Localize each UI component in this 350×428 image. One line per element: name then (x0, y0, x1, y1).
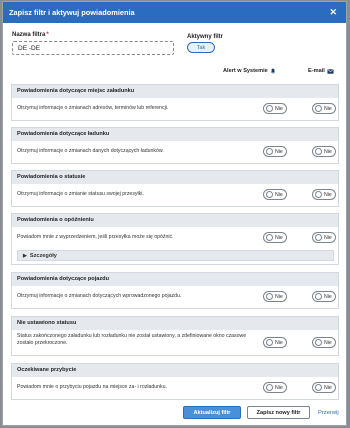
email-toggle[interactable]: Nie (312, 189, 336, 200)
toggle-label: Nie (324, 148, 332, 155)
toggle-label: Nie (275, 384, 283, 391)
section-title: Powiadomienia o statusie (12, 171, 338, 184)
toggle-label: Nie (275, 339, 283, 346)
toggle-knob (315, 148, 322, 155)
system-alert-label: Alert w Systemie (223, 68, 268, 74)
toggle-knob (315, 339, 322, 346)
toggle-knob (315, 293, 322, 300)
toggle-knob (315, 105, 322, 112)
section-vehicle: Powiadomienia dotyczące pojazdu Otrzymuj… (11, 272, 339, 309)
section-title: Powiadomienia dotyczące miejsc załadunku (12, 85, 338, 98)
toggle-label: Nie (275, 105, 283, 112)
toggle-label: Nie (324, 105, 332, 112)
caret-right-icon: ▶ (23, 252, 27, 259)
toggle-label: Nie (324, 339, 332, 346)
system-alert-toggle[interactable]: Nie (263, 337, 287, 348)
bell-icon (270, 68, 275, 74)
details-expander[interactable]: ▶ Szczegóły (17, 250, 334, 261)
save-filter-modal: Zapisz filtr i aktywuj powiadomienia ✕ N… (2, 1, 347, 426)
section-description: Status zakończonego załadunku lub rozład… (17, 333, 247, 346)
section-description: Otrzymuj informacje o zmianie statusu sw… (17, 191, 144, 197)
system-alert-toggle[interactable]: Nie (263, 382, 287, 393)
active-filter-label: Aktywny filtr (187, 34, 224, 40)
system-alert-toggle[interactable]: Nie (263, 146, 287, 157)
toggle-knob (266, 234, 273, 241)
system-alert-column: Alert w Systemie (223, 68, 276, 74)
section-description: Otrzymuj informacje o zmianach danych do… (17, 148, 164, 154)
section-cargo: Powiadomienia dotyczące ładunku Otrzymuj… (11, 127, 339, 164)
channel-column-headers: Alert w Systemie E-mail (3, 63, 346, 80)
modal-title: Zapisz filtr i aktywuj powiadomienia (9, 8, 135, 17)
section-description: Otrzymuj informacje o zmianach adresów, … (17, 105, 169, 111)
section-row: Status zakończonego załadunku lub rozład… (12, 330, 338, 356)
section-expected-arrival: Oczekiwane przybycie Powiadom mnie o prz… (11, 363, 339, 400)
section-title: Nie ustawiono statusu (12, 317, 338, 330)
filter-name-label-text: Nazwa filtra (12, 32, 46, 38)
save-new-filter-button[interactable]: Zapisz nowy filtr (247, 406, 310, 419)
section-status: Powiadomienia o statusie Otrzymuj inform… (11, 170, 339, 207)
toggle-label: Nie (275, 191, 283, 198)
email-toggle[interactable]: Nie (312, 382, 336, 393)
section-status-not-set: Nie ustawiono statusu Status zakończoneg… (11, 316, 339, 356)
toggle-knob (315, 191, 322, 198)
toggle-knob (266, 148, 273, 155)
section-row: Otrzymuj informacje o zmianach dotyczący… (12, 286, 338, 308)
envelope-icon (327, 68, 334, 74)
section-description: Otrzymuj informacje o zmianach dotyczący… (17, 293, 182, 299)
toggle-knob (266, 293, 273, 300)
update-filter-button[interactable]: Aktualizuj filtr (183, 406, 241, 419)
toggle-label: Nie (324, 234, 332, 241)
toggle-label: Nie (275, 293, 283, 300)
toggle-knob (266, 384, 273, 391)
section-row: Otrzymuj informacje o zmianach adresów, … (12, 98, 338, 120)
email-toggle[interactable]: Nie (312, 291, 336, 302)
section-delay: Powiadomienia o opóźnieniu Powiadom mnie… (11, 213, 339, 265)
email-toggle[interactable]: Nie (312, 232, 336, 243)
section-row: Otrzymuj informacje o zmianie statusu sw… (12, 184, 338, 206)
section-row: Powiadom mnie z wyprzedzeniem, jeśli prz… (12, 227, 338, 261)
toggle-label: Nie (324, 191, 332, 198)
system-alert-toggle[interactable]: Nie (263, 103, 287, 114)
cancel-link[interactable]: Przerwij (318, 410, 339, 416)
section-description: Powiadom mnie o przybyciu pojazdu na mie… (17, 384, 167, 390)
active-filter-toggle[interactable]: Tak (187, 42, 215, 53)
filter-form: Nazwa filtra* Aktywny filtr Tak (3, 23, 346, 63)
toggle-knob (266, 191, 273, 198)
required-mark: * (46, 32, 49, 38)
toggle-label: Nie (324, 384, 332, 391)
toggle-label: Nie (324, 293, 332, 300)
filter-name-label: Nazwa filtra* (12, 32, 49, 38)
email-label: E-mail (308, 68, 325, 74)
email-column: E-mail (308, 68, 334, 74)
email-toggle[interactable]: Nie (312, 146, 336, 157)
modal-footer: Aktualizuj filtr Zapisz nowy filtr Przer… (3, 402, 346, 424)
details-label: Szczegóły (29, 252, 57, 259)
toggle-knob (315, 384, 322, 391)
section-loading-places: Powiadomienia dotyczące miejsc załadunku… (11, 84, 339, 121)
system-alert-toggle[interactable]: Nie (263, 291, 287, 302)
filter-name-input[interactable] (12, 41, 174, 55)
system-alert-toggle[interactable]: Nie (263, 232, 287, 243)
section-row: Powiadom mnie o przybyciu pojazdu na mie… (12, 377, 338, 399)
section-title: Powiadomienia dotyczące pojazdu (12, 273, 338, 286)
system-alert-toggle[interactable]: Nie (263, 189, 287, 200)
section-title: Powiadomienia o opóźnieniu (12, 214, 338, 227)
email-toggle[interactable]: Nie (312, 103, 336, 114)
email-toggle[interactable]: Nie (312, 337, 336, 348)
toggle-label: Nie (275, 234, 283, 241)
section-title: Oczekiwane przybycie (12, 364, 338, 377)
section-row: Otrzymuj informacje o zmianach danych do… (12, 141, 338, 163)
close-icon[interactable]: ✕ (329, 8, 337, 17)
toggle-knob (315, 234, 322, 241)
toggle-label: Nie (275, 148, 283, 155)
toggle-knob (266, 105, 273, 112)
section-title: Powiadomienia dotyczące ładunku (12, 128, 338, 141)
toggle-knob (266, 339, 273, 346)
modal-header: Zapisz filtr i aktywuj powiadomienia ✕ (3, 2, 346, 23)
section-description: Powiadom mnie z wyprzedzeniem, jeśli prz… (17, 234, 174, 240)
